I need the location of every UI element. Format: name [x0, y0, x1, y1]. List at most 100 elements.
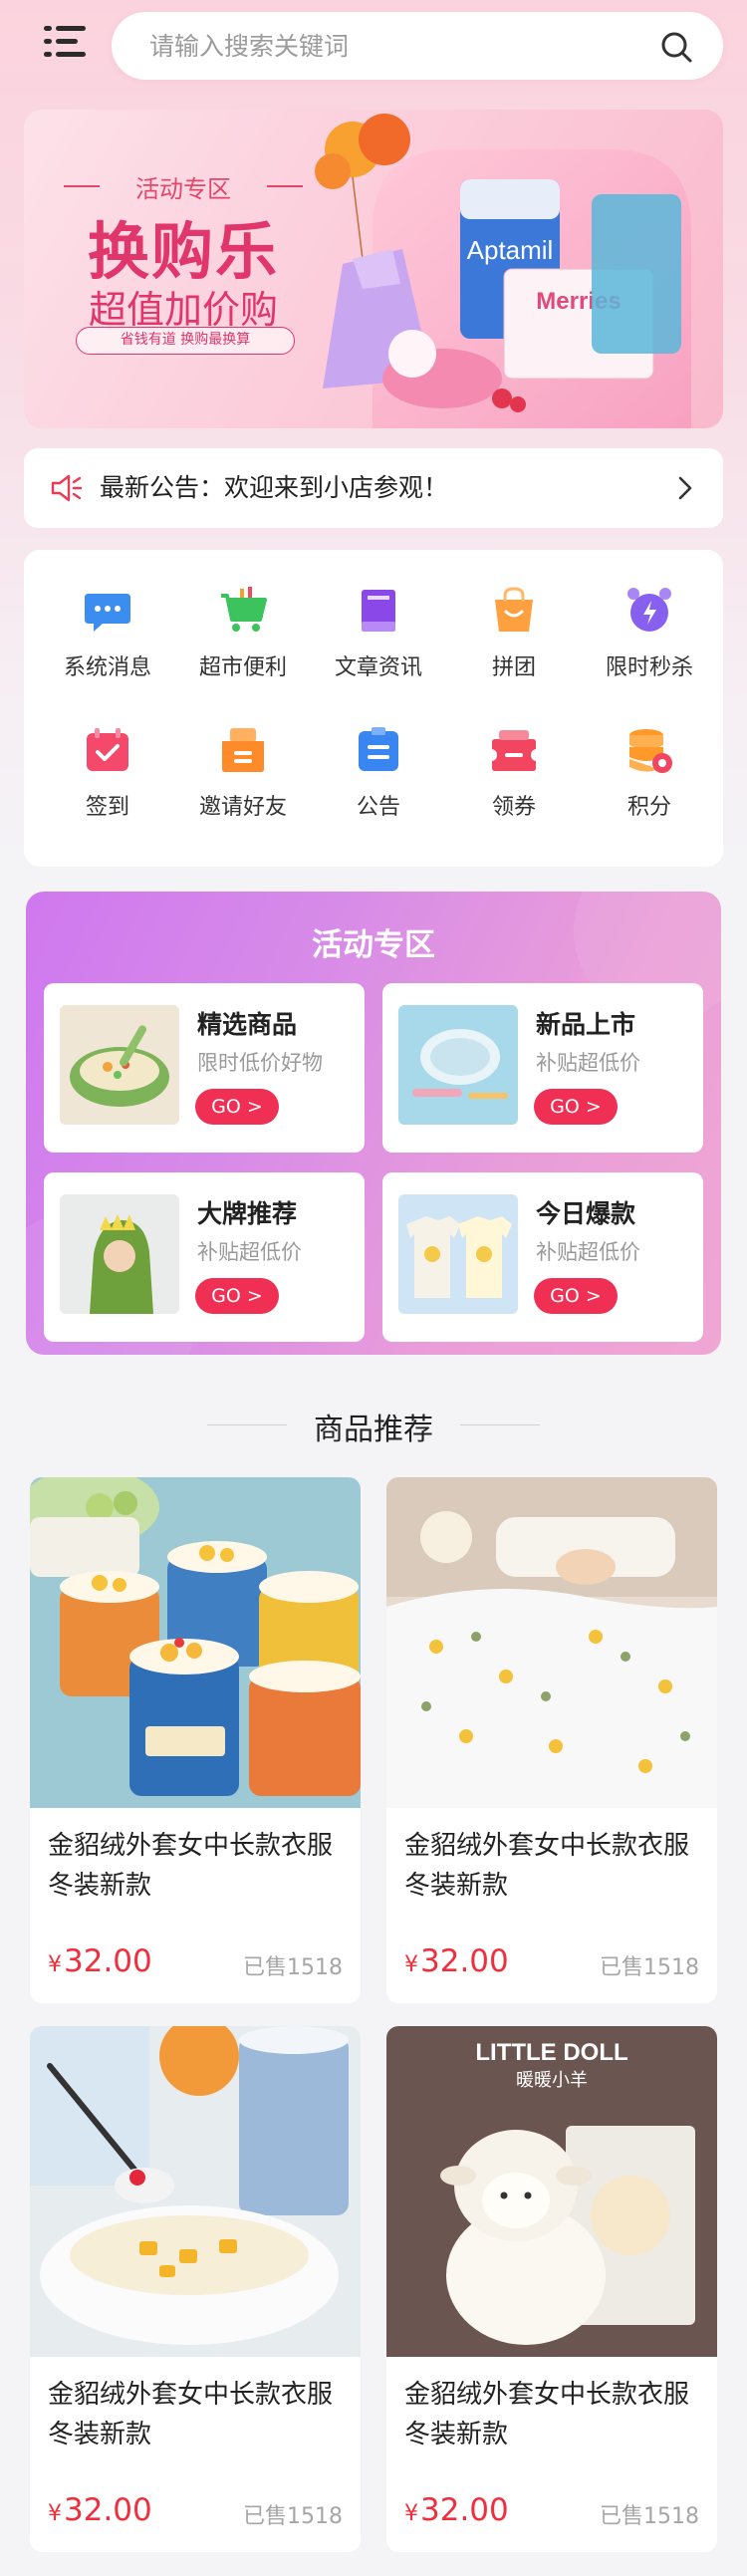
bowl-food-image — [60, 1005, 179, 1125]
menu-item-coupon[interactable]: 领券 — [444, 725, 584, 845]
menu-item-label: 领券 — [491, 795, 536, 820]
product-title: 金貂绒外套女中长款衣服冬装新款 — [404, 2380, 690, 2449]
dino-costume-image — [60, 1194, 179, 1314]
banner-headline: 换购乐 — [87, 215, 279, 288]
product-price: ¥32.00 — [48, 2492, 152, 2528]
menu-item-label: 拼团 — [491, 655, 536, 680]
announcement-text: 最新公告：欢迎来到小店参观！ — [100, 473, 449, 502]
go-button[interactable]: GO > — [195, 1089, 279, 1125]
product-card[interactable]: 金貂绒外套女中长款衣服冬装新款 ¥32.00 已售1518 — [386, 1477, 717, 2003]
search-bar[interactable] — [112, 12, 723, 80]
menu-item-label: 限时秒杀 — [605, 655, 693, 680]
speaker-icon — [51, 474, 83, 502]
product-title: 金貂绒外套女中长款衣服冬装新款 — [48, 2380, 334, 2449]
activity-card-name: 今日爆款 — [536, 1199, 636, 1228]
recommend-heading-text: 商品推荐 — [314, 1413, 433, 1447]
announcement-bar[interactable]: 最新公告：欢迎来到小店参观！ — [24, 448, 723, 528]
menu-item-label: 文章资讯 — [334, 655, 422, 680]
menu-item-group-buy[interactable]: 拼团 — [444, 586, 584, 705]
menu-item-points[interactable]: 积分 — [580, 725, 719, 845]
baby-clothes-image — [398, 1194, 518, 1314]
menu-item-label: 系统消息 — [63, 655, 151, 680]
currency-symbol: ¥ — [404, 1952, 418, 1977]
menu-item-flash-sale[interactable]: 限时秒杀 — [580, 586, 719, 705]
coins-icon — [629, 729, 672, 773]
product-price: ¥32.00 — [404, 1943, 509, 1979]
activity-card-desc: 补贴超低价 — [536, 1051, 640, 1075]
menu-item-label: 公告 — [356, 795, 400, 820]
search-icon[interactable] — [659, 30, 693, 64]
activity-card-hot-today[interactable]: 今日爆款 补贴超低价 GO > — [382, 1172, 703, 1342]
go-button[interactable]: GO > — [534, 1278, 618, 1314]
book-icon — [362, 590, 395, 632]
menu-item-label: 签到 — [85, 795, 129, 820]
activity-card-name: 精选商品 — [197, 1010, 298, 1039]
menu-item-check-in[interactable]: 签到 — [38, 725, 177, 845]
activity-card-desc: 限时低价好物 — [197, 1051, 323, 1075]
product-image-dessert-bowl — [30, 2026, 361, 2357]
menu-item-label: 超市便利 — [198, 655, 287, 680]
bag-icon — [495, 587, 533, 632]
product-price: ¥32.00 — [48, 1943, 152, 1979]
product-card[interactable]: 金貂绒外套女中长款衣服冬装新款 ¥32.00 已售1518 — [30, 1477, 361, 2003]
message-icon — [85, 594, 130, 632]
activity-card-new-arrivals[interactable]: 新品上市 补贴超低价 GO > — [382, 983, 703, 1153]
function-menu-grid: 系统消息 超市便利 文章资讯 拼团 限时秒杀 签到 邀请好友 公告 领券 积分 — [24, 550, 723, 867]
banner-products-image: Aptamil Merries — [315, 114, 691, 428]
coupon-icon — [492, 730, 536, 771]
price-value: 32.00 — [420, 2492, 509, 2528]
aptamil-brand-label: Aptamil — [467, 235, 554, 265]
activity-title: 活动专区 — [312, 927, 435, 963]
image-brand-subtext: 暖暖小羊 — [516, 2070, 588, 2091]
sold-count: 已售1518 — [243, 1955, 343, 1980]
calendar-check-icon — [87, 728, 128, 771]
banner-tag: 活动专区 — [64, 169, 303, 204]
invite-icon — [222, 728, 264, 772]
product-image-fruit-cups — [30, 1477, 361, 1808]
sold-count: 已售1518 — [243, 2504, 343, 2529]
activity-card-desc: 补贴超低价 — [197, 1240, 302, 1264]
price-value: 32.00 — [64, 2492, 152, 2528]
activity-card-name: 新品上市 — [536, 1010, 636, 1039]
search-input[interactable] — [149, 12, 627, 80]
sold-count: 已售1518 — [600, 2504, 699, 2529]
banner-subline: 超值加价购 — [88, 288, 278, 332]
currency-symbol: ¥ — [48, 2501, 62, 2526]
product-card[interactable]: 金貂绒外套女中长款衣服冬装新款 ¥32.00 已售1518 — [30, 2026, 361, 2552]
recommend-heading: 商品推荐 — [0, 1395, 747, 1454]
product-image-plush-sheep: LITTLE DOLL 暖暖小羊 — [386, 2026, 717, 2357]
product-image-bedding — [386, 1477, 717, 1808]
menu-item-supermarket[interactable]: 超市便利 — [173, 586, 313, 705]
promo-banner[interactable]: 活动专区 换购乐 超值加价购 省钱有道 换购最换算 Aptamil Merrie… — [24, 110, 723, 428]
menu-item-notice[interactable]: 公告 — [309, 725, 448, 845]
menu-item-label: 邀请好友 — [198, 795, 287, 820]
product-title: 金貂绒外套女中长款衣服冬装新款 — [48, 1831, 334, 1901]
alarm-icon — [627, 588, 671, 632]
activity-card-brands[interactable]: 大牌推荐 补贴超低价 GO > — [44, 1172, 365, 1342]
sold-count: 已售1518 — [600, 1955, 699, 1980]
activity-zone: 活动专区 精选商品 限时低价好物 GO > 新品上市 补贴超低价 GO > 大牌… — [26, 892, 721, 1355]
price-value: 32.00 — [420, 1943, 509, 1979]
go-button[interactable]: GO > — [195, 1278, 279, 1314]
image-brand-text: LITTLE DOLL — [475, 2039, 627, 2066]
chevron-right-icon[interactable] — [669, 472, 701, 504]
menu-item-system-message[interactable]: 系统消息 — [38, 586, 177, 705]
currency-symbol: ¥ — [404, 2501, 418, 2526]
divider — [460, 1424, 540, 1425]
menu-item-label: 积分 — [626, 795, 671, 820]
currency-symbol: ¥ — [48, 1952, 62, 1977]
product-price: ¥32.00 — [404, 2492, 509, 2528]
product-title: 金貂绒外套女中长款衣服冬装新款 — [404, 1831, 690, 1901]
activity-card-name: 大牌推荐 — [197, 1199, 298, 1228]
banner-slogan: 省钱有道 换购最换算 — [76, 327, 295, 355]
go-button[interactable]: GO > — [534, 1089, 618, 1125]
activity-card-selected[interactable]: 精选商品 限时低价好物 GO > — [44, 983, 365, 1153]
menu-item-invite-friends[interactable]: 邀请好友 — [173, 725, 313, 845]
cart-icon — [221, 587, 267, 632]
activity-card-desc: 补贴超低价 — [536, 1240, 640, 1264]
menu-item-articles[interactable]: 文章资讯 — [309, 586, 448, 705]
menu-icon[interactable] — [44, 22, 88, 62]
product-card[interactable]: LITTLE DOLL 暖暖小羊 金貂绒外套女中长款衣服冬装新款 ¥32.00 … — [386, 2026, 717, 2552]
notice-board-icon — [359, 727, 398, 771]
tableware-image — [398, 1005, 518, 1125]
